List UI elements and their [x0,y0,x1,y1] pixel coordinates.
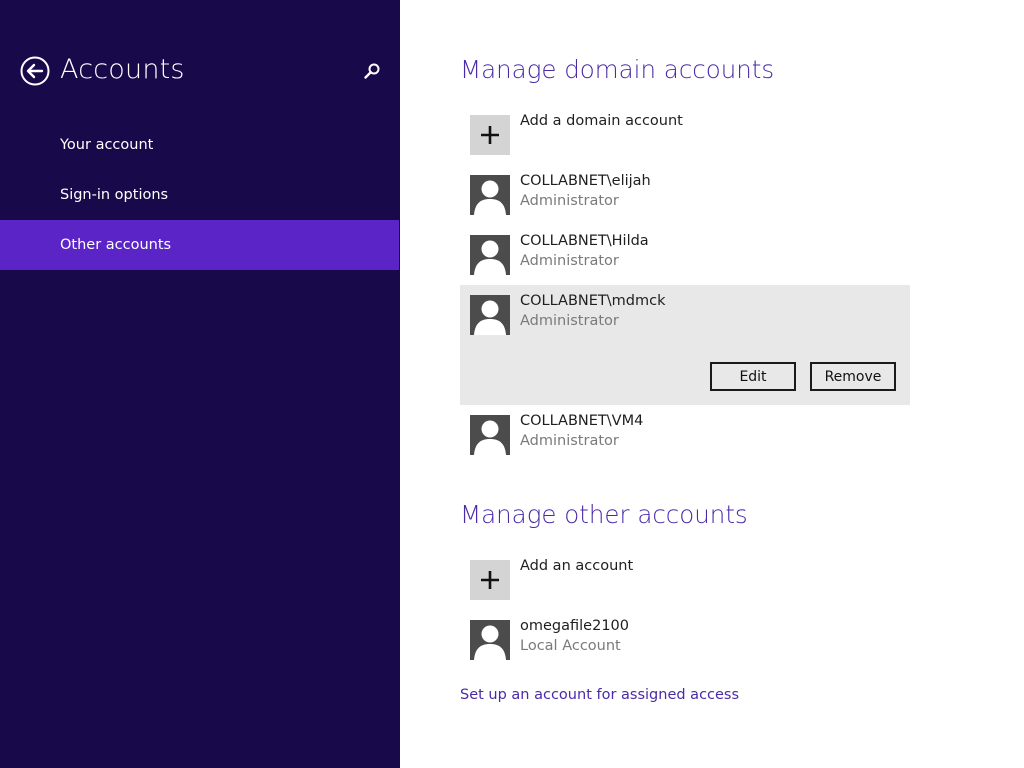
sidebar-item-other-accounts[interactable]: Other accounts [0,220,399,270]
account-item-omegafile2100[interactable]: omegafile2100 Local Account [460,610,910,670]
add-domain-account-button[interactable]: Add a domain account [460,105,910,165]
account-item-elijah[interactable]: COLLABNET\elijah Administrator [460,165,910,225]
page-title: Accounts [60,54,185,85]
account-role: Administrator [520,193,619,209]
sidebar-item-label: Sign-in options [60,187,169,203]
user-avatar-icon [470,415,510,455]
user-avatar-icon [470,175,510,215]
account-name: COLLABNET\VM4 [520,413,644,429]
edit-button[interactable]: Edit [710,362,796,391]
account-name: COLLABNET\Hilda [520,233,649,249]
sidebar: Accounts Your account Sign-in options Ot… [0,0,400,768]
account-role: Administrator [520,253,619,269]
plus-icon [470,560,510,600]
account-role: Administrator [520,313,619,329]
account-item-mdmck[interactable]: COLLABNET\mdmck Administrator Edit Remov… [460,285,910,405]
account-role: Administrator [520,433,619,449]
assigned-access-link[interactable]: Set up an account for assigned access [460,687,739,703]
plus-icon [470,115,510,155]
user-avatar-icon [470,235,510,275]
sidebar-item-sign-in-options[interactable]: Sign-in options [0,170,399,220]
account-item-vm4[interactable]: COLLABNET\VM4 Administrator [460,405,910,465]
sidebar-item-label: Your account [60,137,154,153]
add-account-label: Add an account [520,558,634,574]
account-name: COLLABNET\elijah [520,173,651,189]
back-arrow-icon[interactable] [20,56,50,86]
user-avatar-icon [470,295,510,335]
account-item-hilda[interactable]: COLLABNET\Hilda Administrator [460,225,910,285]
sidebar-item-label: Other accounts [60,237,172,253]
account-role: Local Account [520,638,621,654]
search-icon[interactable] [362,61,382,81]
sidebar-item-your-account[interactable]: Your account [0,120,399,170]
account-name: COLLABNET\mdmck [520,293,666,309]
section-title-domain: Manage domain accounts [460,55,775,84]
account-name: omegafile2100 [520,618,629,634]
user-avatar-icon [470,620,510,660]
remove-button[interactable]: Remove [810,362,896,391]
main-content: Manage domain accounts Add a domain acco… [400,0,1024,768]
add-domain-account-label: Add a domain account [520,113,683,129]
add-account-button[interactable]: Add an account [460,550,910,610]
section-title-other: Manage other accounts [460,500,748,529]
